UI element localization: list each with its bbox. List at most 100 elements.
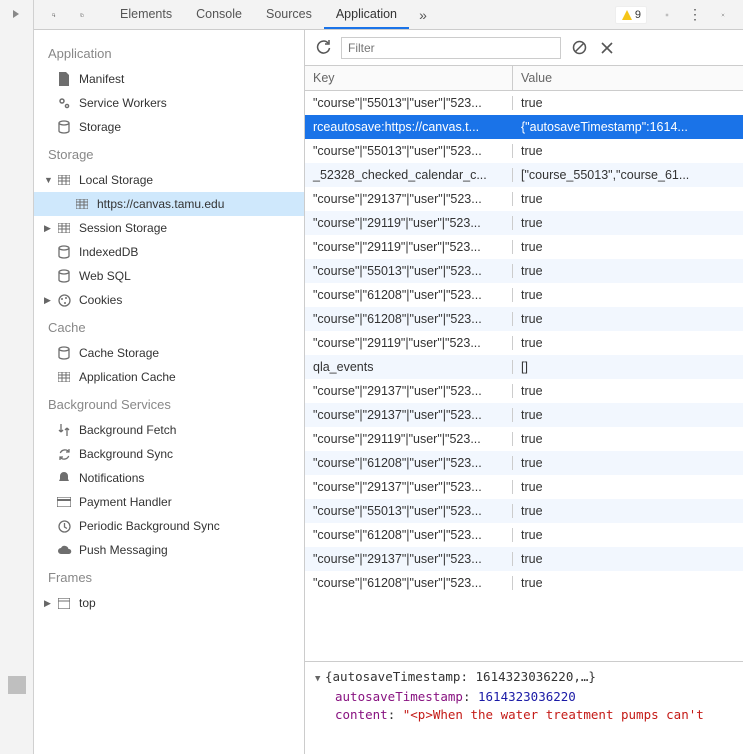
table-row[interactable]: "course"|"61208"|"user"|"523...true [305, 307, 743, 331]
sidebar-item-storage[interactable]: Storage [34, 115, 304, 139]
section-cache: Cache [34, 312, 304, 341]
grid-body[interactable]: "course"|"55013"|"user"|"523...truerceau… [305, 91, 743, 661]
section-storage: Storage [34, 139, 304, 168]
triangle-down-icon: ▼ [44, 175, 54, 185]
cell-key: "course"|"29137"|"user"|"523... [305, 384, 513, 398]
delete-icon[interactable] [597, 38, 617, 58]
table-row[interactable]: "course"|"55013"|"user"|"523...true [305, 259, 743, 283]
cell-key: "course"|"55013"|"user"|"523... [305, 96, 513, 110]
sidebar-item-bg-sync[interactable]: Background Sync [34, 442, 304, 466]
sidebar-item-cookies[interactable]: ▶Cookies [34, 288, 304, 312]
table-row[interactable]: "course"|"55013"|"user"|"523...true [305, 91, 743, 115]
sidebar-item-cache-storage[interactable]: Cache Storage [34, 341, 304, 365]
more-tabs-icon[interactable]: » [415, 7, 431, 23]
table-row[interactable]: "course"|"29119"|"user"|"523...true [305, 235, 743, 259]
table-row[interactable]: "course"|"55013"|"user"|"523...true [305, 499, 743, 523]
database-icon [56, 244, 72, 260]
cell-value: true [513, 552, 743, 566]
cell-value: true [513, 312, 743, 326]
sidebar-item-frame-top[interactable]: ▶top [34, 591, 304, 615]
detail-prop: autosaveTimestamp: 1614323036220 [315, 688, 733, 706]
cell-value: true [513, 192, 743, 206]
cell-key: "course"|"61208"|"user"|"523... [305, 456, 513, 470]
table-row[interactable]: "course"|"29137"|"user"|"523...true [305, 187, 743, 211]
clear-icon[interactable] [569, 38, 589, 58]
cell-key: "course"|"29119"|"user"|"523... [305, 216, 513, 230]
grid-icon [74, 196, 90, 212]
cell-key: "course"|"61208"|"user"|"523... [305, 528, 513, 542]
cell-value: true [513, 336, 743, 350]
device-icon[interactable] [74, 7, 90, 23]
sidebar-item-push[interactable]: Push Messaging [34, 538, 304, 562]
table-row[interactable]: "course"|"29137"|"user"|"523...true [305, 475, 743, 499]
sidebar-item-session-storage[interactable]: ▶Session Storage [34, 216, 304, 240]
table-row[interactable]: "course"|"29119"|"user"|"523...true [305, 427, 743, 451]
cell-value: true [513, 456, 743, 470]
detail-summary[interactable]: ▼{autosaveTimestamp: 1614323036220,…} [315, 668, 733, 688]
cell-value: true [513, 384, 743, 398]
triangle-down-icon: ▼ [315, 670, 325, 688]
cell-key: _52328_checked_calendar_c... [305, 168, 513, 182]
cell-value: true [513, 504, 743, 518]
cell-key: "course"|"29137"|"user"|"523... [305, 408, 513, 422]
cell-key: "course"|"29137"|"user"|"523... [305, 480, 513, 494]
table-row[interactable]: "course"|"61208"|"user"|"523...true [305, 283, 743, 307]
sidebar-item-payment[interactable]: Payment Handler [34, 490, 304, 514]
tab-console[interactable]: Console [184, 1, 254, 29]
inspect-icon[interactable] [46, 7, 62, 23]
sidebar-item-origin[interactable]: https://canvas.tamu.edu [34, 192, 304, 216]
grid-header: Key Value [305, 66, 743, 91]
filter-input[interactable] [341, 37, 561, 59]
table-row[interactable]: "course"|"29137"|"user"|"523...true [305, 403, 743, 427]
gear-icon[interactable] [659, 7, 675, 23]
table-row[interactable]: "course"|"29137"|"user"|"523...true [305, 379, 743, 403]
storage-toolbar [305, 30, 743, 66]
section-application: Application [34, 38, 304, 67]
column-value[interactable]: Value [513, 66, 743, 90]
section-background: Background Services [34, 389, 304, 418]
cell-value: true [513, 96, 743, 110]
sidebar-item-websql[interactable]: Web SQL [34, 264, 304, 288]
expand-icon[interactable] [11, 8, 21, 22]
kebab-icon[interactable]: ⋮ [687, 7, 703, 23]
table-row[interactable]: "course"|"61208"|"user"|"523...true [305, 523, 743, 547]
sidebar-item-indexeddb[interactable]: IndexedDB [34, 240, 304, 264]
table-row[interactable]: "course"|"29119"|"user"|"523...true [305, 331, 743, 355]
column-key[interactable]: Key [305, 66, 513, 90]
table-row[interactable]: rceautosave:https://canvas.t...{"autosav… [305, 115, 743, 139]
triangle-right-icon: ▶ [44, 598, 54, 609]
cookie-icon [56, 292, 72, 308]
sidebar-item-bg-fetch[interactable]: Background Fetch [34, 418, 304, 442]
devtools-tabbar: Elements Console Sources Application » 9… [34, 0, 743, 30]
warnings-badge[interactable]: 9 [615, 6, 647, 24]
cell-value: true [513, 432, 743, 446]
table-row[interactable]: "course"|"29137"|"user"|"523...true [305, 547, 743, 571]
table-row[interactable]: qla_events[] [305, 355, 743, 379]
cell-key: "course"|"29119"|"user"|"523... [305, 432, 513, 446]
cell-value: ["course_55013","course_61... [513, 168, 743, 182]
application-sidebar: Application Manifest Service Workers Sto… [34, 30, 305, 754]
cell-value: true [513, 240, 743, 254]
table-row[interactable]: "course"|"55013"|"user"|"523...true [305, 139, 743, 163]
sidebar-item-periodic-sync[interactable]: Periodic Background Sync [34, 514, 304, 538]
refresh-icon[interactable] [313, 38, 333, 58]
sidebar-item-service-workers[interactable]: Service Workers [34, 91, 304, 115]
table-row[interactable]: "course"|"61208"|"user"|"523...true [305, 451, 743, 475]
bell-icon [56, 470, 72, 486]
cell-key: "course"|"55013"|"user"|"523... [305, 504, 513, 518]
tab-application[interactable]: Application [324, 1, 409, 29]
cell-value: [] [513, 360, 743, 374]
tab-sources[interactable]: Sources [254, 1, 324, 29]
tab-elements[interactable]: Elements [108, 1, 184, 29]
card-icon [56, 494, 72, 510]
table-row[interactable]: "course"|"29119"|"user"|"523...true [305, 211, 743, 235]
sidebar-item-application-cache[interactable]: Application Cache [34, 365, 304, 389]
sidebar-item-notifications[interactable]: Notifications [34, 466, 304, 490]
cell-value: true [513, 576, 743, 590]
table-row[interactable]: _52328_checked_calendar_c...["course_550… [305, 163, 743, 187]
table-row[interactable]: "course"|"61208"|"user"|"523...true [305, 571, 743, 595]
sidebar-item-manifest[interactable]: Manifest [34, 67, 304, 91]
close-icon[interactable] [715, 7, 731, 23]
sidebar-item-local-storage[interactable]: ▼Local Storage [34, 168, 304, 192]
database-icon [56, 268, 72, 284]
